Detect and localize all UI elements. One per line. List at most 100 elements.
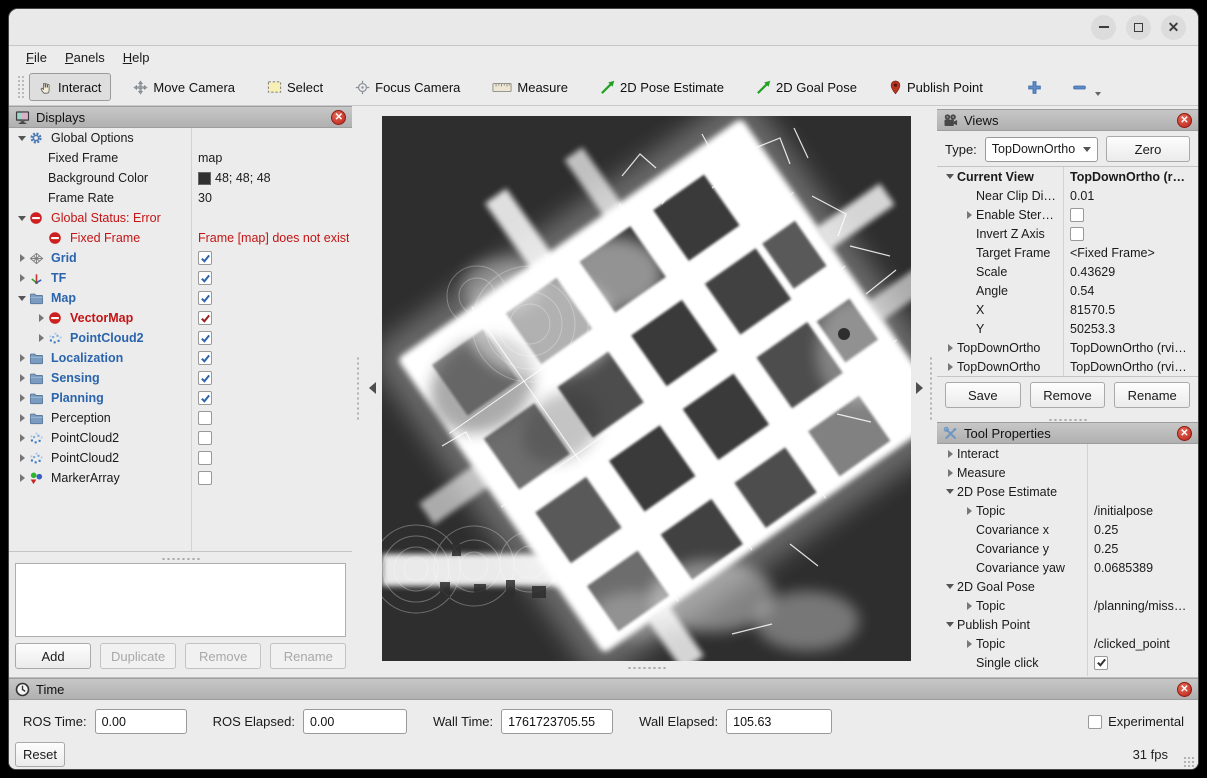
left-panel-splitter[interactable]: [352, 106, 382, 677]
tree-row-frame-rate[interactable]: Frame Rate30: [9, 188, 352, 208]
tree-row-covariance-y[interactable]: Covariance y0.25: [937, 539, 1198, 558]
tree-row-topic[interactable]: Topic/clicked_point: [937, 634, 1198, 653]
menu-item-panels[interactable]: Panels: [56, 48, 114, 67]
expander-closed-icon[interactable]: [943, 344, 957, 352]
tree-row-single-click[interactable]: Single click: [937, 653, 1198, 672]
expander-open-icon[interactable]: [15, 216, 29, 221]
tree-row-tf[interactable]: TF: [9, 268, 352, 288]
tree-row-topic[interactable]: Topic/initialpose: [937, 501, 1198, 520]
tool-button-focus-camera[interactable]: Focus Camera: [345, 73, 470, 101]
expander-open-icon[interactable]: [943, 174, 957, 179]
tree-row-localization[interactable]: Localization: [9, 348, 352, 368]
checkbox[interactable]: [198, 291, 212, 305]
expander-open-icon[interactable]: [943, 622, 957, 627]
expander-closed-icon[interactable]: [15, 374, 29, 382]
tree-row-grid[interactable]: Grid: [9, 248, 352, 268]
tool-button-measure[interactable]: Measure: [482, 73, 578, 101]
tree-row-global-status-error[interactable]: Global Status: Error: [9, 208, 352, 228]
collapse-right-icon[interactable]: [916, 382, 923, 394]
tree-row-sensing[interactable]: Sensing: [9, 368, 352, 388]
checkbox[interactable]: [198, 371, 212, 385]
wall-elapsed-input[interactable]: [726, 709, 832, 734]
menu-item-help[interactable]: Help: [114, 48, 159, 67]
tree-column-divider[interactable]: [1063, 167, 1064, 376]
tree-row-value[interactable]: /planning/miss…: [1094, 599, 1186, 613]
tree-row-global-options[interactable]: Global Options: [9, 128, 352, 148]
tree-row-value[interactable]: Frame [map] does not exist: [198, 231, 349, 245]
checkbox[interactable]: [1070, 227, 1084, 241]
tree-row-scale[interactable]: Scale0.43629: [937, 262, 1198, 281]
tree-row-value[interactable]: 48; 48; 48: [215, 171, 271, 185]
tool-button-remove-tool-icon[interactable]: [1064, 73, 1109, 101]
3d-viewport[interactable]: [382, 116, 911, 661]
tree-row-value[interactable]: 50253.3: [1070, 322, 1115, 336]
tool-button-move-camera[interactable]: Move Camera: [123, 73, 245, 101]
right-panel-splitter[interactable]: [911, 106, 937, 677]
expander-closed-icon[interactable]: [15, 454, 29, 462]
tree-row-planning[interactable]: Planning: [9, 388, 352, 408]
tree-row-vectormap[interactable]: VectorMap: [9, 308, 352, 328]
tool-button-select[interactable]: Select: [257, 73, 333, 101]
tree-row-x[interactable]: X81570.5: [937, 300, 1198, 319]
checkbox[interactable]: [198, 271, 212, 285]
tool-button-interact[interactable]: Interact: [29, 73, 111, 101]
tree-row-topdownortho[interactable]: TopDownOrthoTopDownOrtho (rvi…: [937, 357, 1198, 376]
splitter[interactable]: [937, 413, 1198, 422]
expander-closed-icon[interactable]: [943, 450, 957, 458]
view-type-dropdown[interactable]: TopDownOrtho (rv: [985, 137, 1098, 162]
add-button[interactable]: Add: [15, 643, 91, 669]
checkbox[interactable]: [198, 311, 212, 325]
tree-row-interact[interactable]: Interact: [937, 444, 1198, 463]
tree-row-current-view[interactable]: Current ViewTopDownOrtho (r…: [937, 167, 1198, 186]
checkbox[interactable]: [198, 251, 212, 265]
panel-close-icon[interactable]: ✕: [1177, 682, 1192, 697]
expander-open-icon[interactable]: [943, 584, 957, 589]
expander-closed-icon[interactable]: [962, 211, 976, 219]
checkbox[interactable]: [1070, 208, 1084, 222]
tree-row-measure[interactable]: Measure: [937, 463, 1198, 482]
minimize-button[interactable]: [1091, 15, 1116, 40]
color-swatch[interactable]: [198, 172, 211, 185]
tree-row-covariance-x[interactable]: Covariance x0.25: [937, 520, 1198, 539]
tree-row-publish-point[interactable]: Publish Point: [937, 615, 1198, 634]
expander-closed-icon[interactable]: [962, 507, 976, 515]
tree-row-value[interactable]: TopDownOrtho (rvi…: [1070, 341, 1187, 355]
tree-row-value[interactable]: TopDownOrtho (rvi…: [1070, 360, 1187, 374]
tree-row-value[interactable]: 0.43629: [1070, 265, 1115, 279]
reset-button[interactable]: Reset: [15, 742, 65, 767]
tree-row-2d-pose-estimate[interactable]: 2D Pose Estimate: [937, 482, 1198, 501]
ros-elapsed-input[interactable]: [303, 709, 407, 734]
tree-row-fixed-frame[interactable]: Fixed Framemap: [9, 148, 352, 168]
tree-row-value[interactable]: 0.54: [1070, 284, 1094, 298]
maximize-button[interactable]: [1126, 15, 1151, 40]
tree-row-near-clip-di[interactable]: Near Clip Di…0.01: [937, 186, 1198, 205]
duplicate-button[interactable]: Duplicate: [100, 643, 176, 669]
rename-button[interactable]: Rename: [1114, 382, 1190, 408]
wall-time-input[interactable]: [501, 709, 613, 734]
tree-row-value[interactable]: 30: [198, 191, 212, 205]
checkbox[interactable]: [198, 471, 212, 485]
expander-open-icon[interactable]: [15, 136, 29, 141]
expander-closed-icon[interactable]: [962, 640, 976, 648]
checkbox[interactable]: [198, 351, 212, 365]
bottom-splitter[interactable]: [382, 661, 911, 677]
tree-row-enable-ster[interactable]: Enable Ster…: [937, 205, 1198, 224]
tool-button-2d-goal-pose[interactable]: 2D Goal Pose: [746, 73, 867, 101]
rename-button[interactable]: Rename: [270, 643, 346, 669]
tree-row-pointcloud2[interactable]: PointCloud2: [9, 448, 352, 468]
panel-close-icon[interactable]: ✕: [1177, 113, 1192, 128]
checkbox[interactable]: [198, 451, 212, 465]
tree-row-value[interactable]: map: [198, 151, 222, 165]
expander-closed-icon[interactable]: [15, 354, 29, 362]
tree-row-y[interactable]: Y50253.3: [937, 319, 1198, 338]
tree-row-value[interactable]: 0.25: [1094, 542, 1118, 556]
close-button[interactable]: ✕: [1161, 15, 1186, 40]
expander-open-icon[interactable]: [943, 489, 957, 494]
tree-row-markerarray[interactable]: MarkerArray: [9, 468, 352, 488]
toolbar-drag-handle[interactable]: [17, 75, 25, 99]
splitter[interactable]: [9, 552, 352, 561]
tree-row-value[interactable]: TopDownOrtho (r…: [1070, 170, 1185, 184]
tree-row-value[interactable]: /initialpose: [1094, 504, 1153, 518]
expander-closed-icon[interactable]: [15, 394, 29, 402]
tree-column-divider[interactable]: [1087, 444, 1088, 676]
